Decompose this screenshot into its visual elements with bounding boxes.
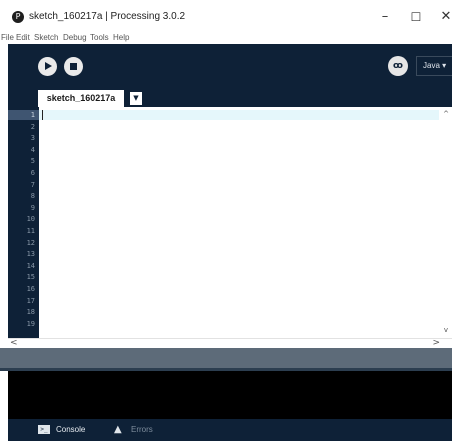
mode-selector[interactable]: Java ▾ [416, 56, 452, 76]
run-button[interactable] [38, 57, 57, 76]
tab-sketch[interactable]: sketch_160217a [38, 90, 124, 107]
menu-sketch[interactable]: Sketch [34, 33, 58, 42]
line-number: 11 [26, 227, 35, 235]
line-number: 1 [30, 111, 35, 119]
stop-button[interactable] [64, 57, 83, 76]
stop-icon [70, 63, 77, 70]
tab-bar: sketch_160217a ▼ [8, 90, 452, 107]
scroll-up-arrow-icon[interactable]: ^ [441, 109, 451, 119]
play-icon [45, 62, 52, 70]
line-number: 19 [26, 319, 35, 328]
maximize-button[interactable]: ☐ [402, 7, 430, 27]
menu-bar: File Edit Sketch Debug Tools Help [0, 32, 452, 44]
line-number: 13 [26, 250, 35, 259]
toolbar: ꝏ Java ▾ [8, 44, 452, 90]
left-edge [0, 338, 8, 348]
line-number: 16 [26, 285, 35, 293]
active-line-highlight [39, 110, 439, 120]
scroll-right-arrow-icon[interactable]: > [432, 338, 440, 348]
close-button[interactable]: ✕ [432, 7, 452, 27]
butterfly-icon[interactable]: ꝏ [388, 56, 408, 76]
console-left-edge [0, 371, 8, 419]
line-number: 6 [30, 169, 35, 177]
line-number: 3 [30, 134, 35, 143]
title-bar: P sketch_160217a | Processing 3.0.2 – ☐ … [0, 0, 452, 32]
footer-left-edge [0, 419, 8, 441]
scroll-left-arrow-icon[interactable]: < [10, 338, 18, 348]
line-number: 4 [30, 145, 35, 154]
line-number: 15 [26, 273, 35, 282]
text-caret [42, 110, 43, 120]
line-number: 7 [30, 180, 35, 189]
code-editor[interactable] [39, 107, 452, 338]
horizontal-scrollbar[interactable]: < > [8, 338, 452, 348]
line-number: 18 [26, 308, 35, 317]
warning-icon: ▲ [114, 424, 122, 435]
menu-tools[interactable]: Tools [90, 33, 109, 42]
menu-file[interactable]: File [1, 33, 14, 42]
line-number-gutter: 1 2 3 4 5 6 7 8 9 10 11 12 13 14 15 16 17 18 19 [8, 107, 39, 338]
tab-errors[interactable]: ▲ Errors [114, 419, 153, 441]
processing-icon: P [12, 11, 24, 23]
menu-help[interactable]: Help [113, 33, 129, 42]
console-icon: >_ [38, 425, 50, 435]
scroll-down-arrow-icon[interactable]: v [441, 325, 451, 335]
line-number: 10 [26, 215, 35, 224]
tab-console[interactable]: >_ Console [38, 419, 85, 441]
line-number: 8 [30, 192, 35, 201]
window-title: sketch_160217a | Processing 3.0.2 [29, 11, 186, 22]
console-label: Console [56, 425, 86, 434]
menu-edit[interactable]: Edit [16, 33, 30, 42]
footer-bar: >_ Console ▲ Errors [8, 419, 452, 441]
splitter-bar[interactable] [0, 348, 452, 368]
tab-menu-arrow-icon[interactable]: ▼ [130, 92, 142, 105]
menu-debug[interactable]: Debug [63, 33, 87, 42]
minimize-button[interactable]: – [371, 7, 399, 27]
line-number: 14 [26, 261, 35, 270]
processing-window: P sketch_160217a | Processing 3.0.2 – ☐ … [0, 0, 452, 441]
line-number: 2 [30, 122, 35, 131]
line-number: 5 [30, 157, 35, 166]
line-number: 9 [30, 203, 35, 212]
console-output[interactable] [8, 371, 452, 419]
line-number: 17 [26, 296, 35, 305]
line-number: 12 [26, 238, 35, 247]
errors-label: Errors [131, 425, 153, 435]
